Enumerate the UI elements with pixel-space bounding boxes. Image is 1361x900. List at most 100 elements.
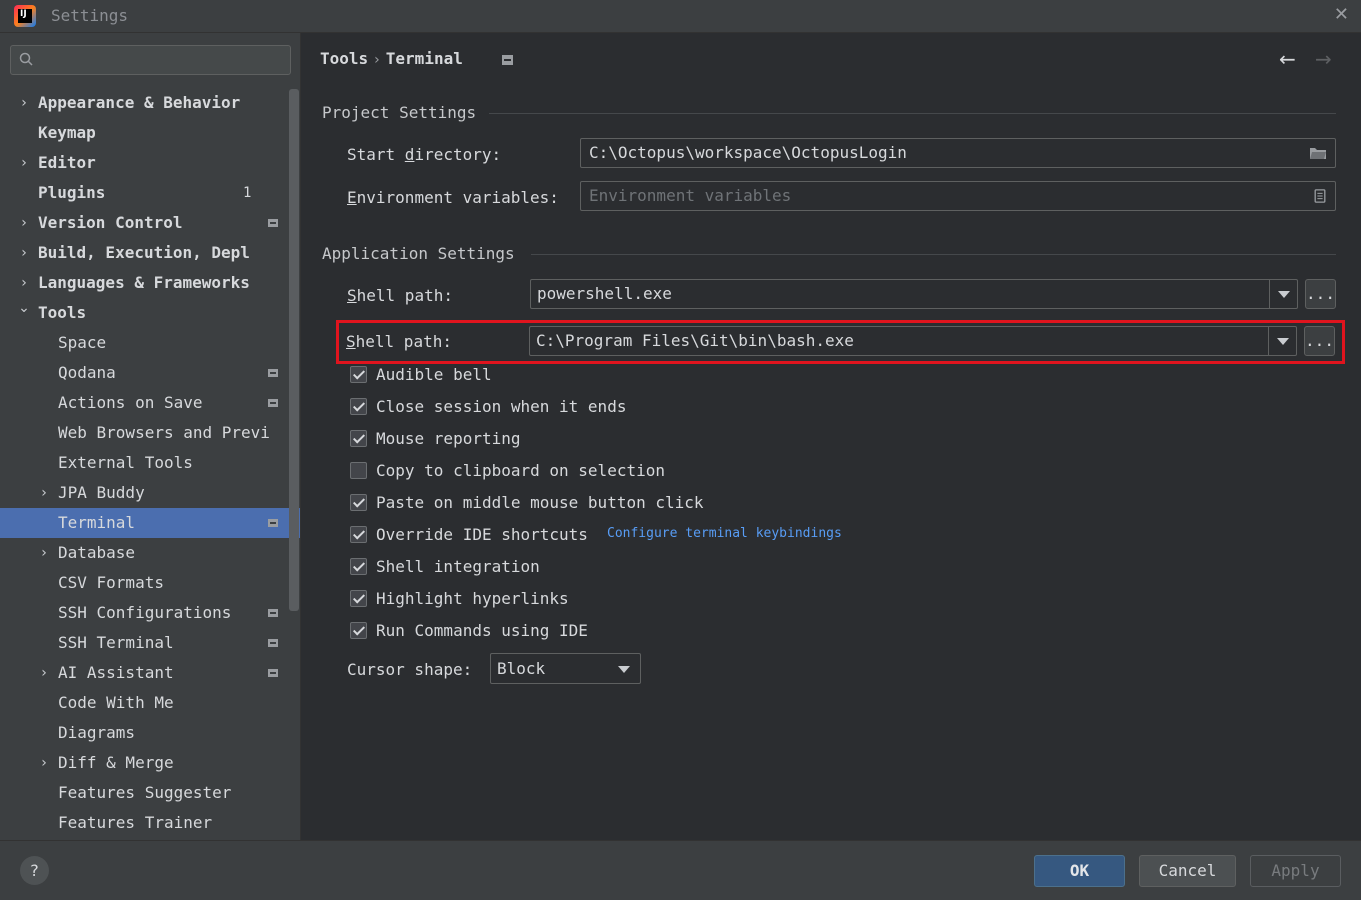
- update-count-badge: 1: [243, 185, 252, 201]
- back-arrow-icon[interactable]: ←: [1279, 47, 1296, 71]
- checkbox[interactable]: [350, 622, 367, 639]
- sidebar-item-label: Plugins: [38, 183, 106, 202]
- sidebar-scrollbar[interactable]: [289, 89, 299, 611]
- checkbox[interactable]: [350, 366, 367, 383]
- sidebar-item-editor[interactable]: › Editor: [0, 148, 300, 178]
- intellij-icon: IJ: [14, 5, 36, 27]
- sidebar-item-csv-formats[interactable]: CSV Formats: [0, 568, 300, 598]
- sidebar-item-qodana[interactable]: Qodana: [0, 358, 300, 388]
- project-scope-icon: [268, 609, 278, 617]
- sidebar-item-label: External Tools: [58, 453, 193, 472]
- sidebar-item-label: JPA Buddy: [58, 483, 145, 502]
- shell-path-browse-button[interactable]: ...: [1304, 326, 1335, 356]
- chevron-right-icon[interactable]: ›: [37, 478, 51, 508]
- chevron-right-icon[interactable]: ›: [17, 238, 31, 268]
- sidebar-item-terminal[interactable]: Terminal: [0, 508, 300, 538]
- sidebar-item-languages-frameworks[interactable]: › Languages & Frameworks: [0, 268, 300, 298]
- chevron-right-icon[interactable]: ›: [17, 148, 31, 178]
- sidebar-item-ai-assistant[interactable]: › AI Assistant: [0, 658, 300, 688]
- checkbox-label: Run Commands using IDE: [376, 621, 588, 640]
- project-scope-icon: [268, 369, 278, 377]
- sidebar-item-label: Code With Me: [58, 693, 174, 712]
- sidebar-item-label: Space: [58, 333, 107, 352]
- folder-icon[interactable]: [1309, 146, 1327, 160]
- sidebar-item-diff-merge[interactable]: › Diff & Merge: [0, 748, 300, 778]
- cancel-button[interactable]: Cancel: [1139, 855, 1236, 887]
- search-icon: [19, 52, 33, 66]
- sidebar-item-space[interactable]: Space: [0, 328, 300, 358]
- forward-arrow-icon: →: [1315, 47, 1332, 71]
- checkbox[interactable]: [350, 430, 367, 447]
- checkbox[interactable]: [350, 494, 367, 511]
- sidebar-item-label: Features Trainer: [58, 813, 213, 832]
- checkbox-label: Copy to clipboard on selection: [376, 461, 665, 480]
- project-scope-icon: [268, 669, 278, 677]
- sidebar-item-external-tools[interactable]: External Tools: [0, 448, 300, 478]
- sidebar-item-database[interactable]: › Database: [0, 538, 300, 568]
- dialog-footer: ? OK Cancel Apply: [0, 840, 1361, 900]
- sidebar-item-features-trainer[interactable]: Features Trainer: [0, 808, 300, 838]
- dropdown-arrow-icon[interactable]: [1269, 280, 1297, 308]
- search-input[interactable]: [10, 45, 291, 75]
- sidebar-item-ssh-terminal[interactable]: SSH Terminal: [0, 628, 300, 658]
- sidebar-item-actions-on-save[interactable]: Actions on Save: [0, 388, 300, 418]
- project-scope-icon: [268, 639, 278, 647]
- environment-variables-input[interactable]: Environment variables: [580, 181, 1336, 211]
- sidebar-item-appearance-behavior[interactable]: › Appearance & Behavior: [0, 88, 300, 118]
- chevron-right-icon[interactable]: ›: [17, 88, 31, 118]
- sidebar-item-jpa-buddy[interactable]: › JPA Buddy: [0, 478, 300, 508]
- environment-variables-label: Environment variables:: [347, 188, 559, 207]
- sidebar-item-plugins[interactable]: Plugins 1: [0, 178, 300, 208]
- sidebar-item-features-suggester[interactable]: Features Suggester: [0, 778, 300, 808]
- checkbox-label: Paste on middle mouse button click: [376, 493, 704, 512]
- sidebar-item-label: Tools: [38, 303, 87, 322]
- help-button[interactable]: ?: [20, 856, 49, 885]
- breadcrumb-parent[interactable]: Tools: [320, 49, 368, 68]
- checkbox[interactable]: [350, 462, 367, 479]
- checkbox-label: Audible bell: [376, 365, 492, 384]
- window-title: Settings: [51, 6, 129, 25]
- breadcrumb: Tools › Terminal: [320, 49, 463, 68]
- sidebar-item-ssh-configurations[interactable]: SSH Configurations: [0, 598, 300, 628]
- sidebar-item-label: Keymap: [38, 123, 96, 142]
- close-icon[interactable]: ✕: [1334, 4, 1349, 25]
- document-icon[interactable]: [1313, 189, 1327, 203]
- sidebar-item-diagrams[interactable]: Diagrams: [0, 718, 300, 748]
- apply-button[interactable]: Apply: [1250, 855, 1341, 887]
- sidebar-item-label: Editor: [38, 153, 96, 172]
- sidebar-item-keymap[interactable]: Keymap: [0, 118, 300, 148]
- sidebar-item-tools[interactable]: ⌄ Tools: [0, 298, 300, 328]
- sidebar-item-label: Languages & Frameworks: [38, 273, 250, 292]
- checkbox[interactable]: [350, 398, 367, 415]
- shell-path-combo[interactable]: powershell.exe: [530, 279, 1298, 309]
- checkbox-label: Close session when it ends: [376, 397, 627, 416]
- checkbox[interactable]: [350, 558, 367, 575]
- sidebar-item-web-browsers-and-previ[interactable]: Web Browsers and Previ: [0, 418, 300, 448]
- chevron-right-icon[interactable]: ›: [37, 748, 51, 778]
- dropdown-arrow-icon[interactable]: [1268, 327, 1296, 355]
- cursor-shape-dropdown[interactable]: Block: [490, 653, 641, 684]
- configure-keybindings-link[interactable]: Configure terminal keybindings: [607, 526, 842, 541]
- checkbox[interactable]: [350, 590, 367, 607]
- sidebar-item-version-control[interactable]: › Version Control: [0, 208, 300, 238]
- sidebar-item-build-execution-depl[interactable]: › Build, Execution, Depl: [0, 238, 300, 268]
- sidebar-item-label: Diff & Merge: [58, 753, 174, 772]
- checkbox-label: Override IDE shortcuts: [376, 525, 588, 544]
- chevron-right-icon[interactable]: ›: [37, 538, 51, 568]
- start-directory-input[interactable]: C:\Octopus\workspace\OctopusLogin: [580, 138, 1336, 168]
- terminal-settings-panel: Tools › Terminal ← → Project Settings Star…: [301, 33, 1361, 840]
- sidebar-item-label: Database: [58, 543, 136, 562]
- chevron-right-icon[interactable]: ›: [17, 208, 31, 238]
- chevron-right-icon[interactable]: ›: [37, 658, 51, 688]
- checkbox-label: Shell integration: [376, 557, 540, 576]
- checkbox[interactable]: [350, 526, 367, 543]
- sidebar-item-label: Actions on Save: [58, 393, 203, 412]
- chevron-down-icon[interactable]: ⌄: [17, 293, 31, 323]
- sidebar-item-code-with-me[interactable]: Code With Me: [0, 688, 300, 718]
- ok-button[interactable]: OK: [1034, 855, 1125, 887]
- shell-path-combo[interactable]: C:\Program Files\Git\bin\bash.exe: [529, 326, 1297, 356]
- sidebar-item-label: Qodana: [58, 363, 116, 382]
- sidebar-item-label: Web Browsers and Previ: [58, 423, 270, 442]
- start-directory-label: Start directory:: [347, 145, 502, 164]
- shell-path-browse-button[interactable]: ...: [1305, 279, 1336, 309]
